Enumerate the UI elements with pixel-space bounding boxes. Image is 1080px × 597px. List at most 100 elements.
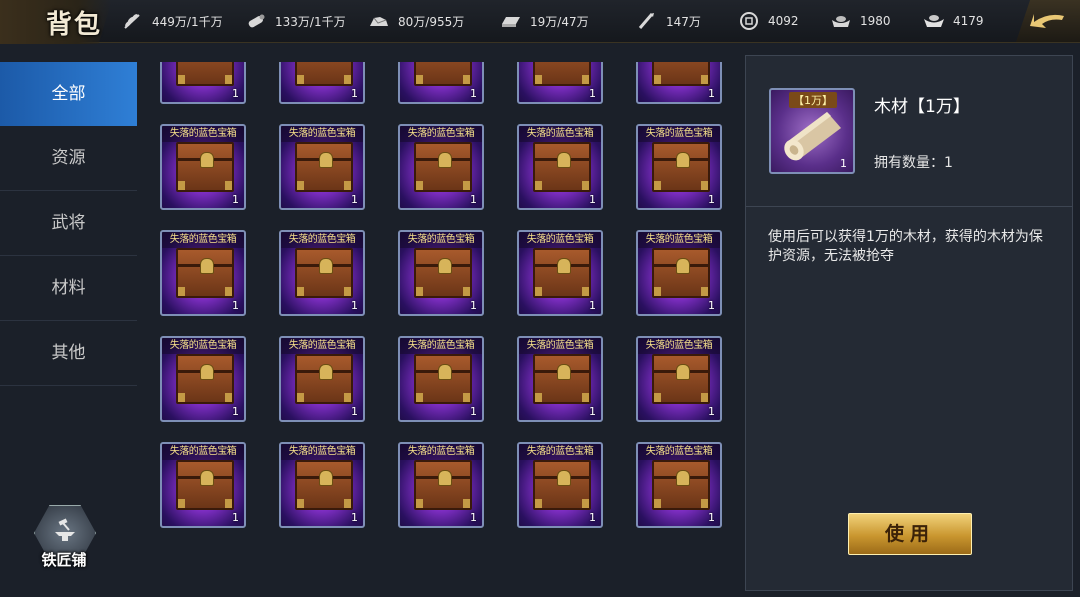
- item-slot-count: 1: [589, 87, 596, 100]
- order-token-icon: [636, 12, 658, 30]
- item-slot[interactable]: 失落的蓝色宝箱 1: [517, 230, 603, 316]
- blacksmith-button[interactable]: 铁匠铺: [26, 505, 102, 575]
- item-slot[interactable]: 失落的蓝色宝箱 1: [636, 230, 722, 316]
- treasure-chest-icon: [652, 354, 710, 404]
- item-slot[interactable]: 失落的蓝色宝箱 1: [279, 336, 365, 422]
- item-slot[interactable]: 失落的蓝色宝箱 1: [636, 442, 722, 528]
- coin-icon: [738, 12, 760, 30]
- use-button[interactable]: 使用: [848, 513, 972, 555]
- resource-food: 449万/1千万: [122, 10, 223, 32]
- item-slot[interactable]: 失落的蓝色宝箱 1: [517, 442, 603, 528]
- item-slot[interactable]: 1: [517, 62, 603, 104]
- item-slot-name: 失落的蓝色宝箱: [519, 232, 601, 248]
- back-button[interactable]: [1016, 0, 1080, 42]
- item-slot-count: 1: [351, 405, 358, 418]
- item-slot-name: 失落的蓝色宝箱: [162, 126, 244, 142]
- tab-all[interactable]: 全部: [0, 62, 137, 126]
- item-slot-count: 1: [470, 87, 477, 100]
- treasure-chest-icon: [533, 248, 591, 298]
- item-slot-name: 失落的蓝色宝箱: [400, 338, 482, 354]
- resource-silver: 4179: [923, 10, 984, 32]
- item-slot[interactable]: 失落的蓝色宝箱 1: [398, 336, 484, 422]
- resource-gold-value: 1980: [860, 14, 891, 28]
- item-slot-name: 失落的蓝色宝箱: [162, 338, 244, 354]
- tab-materials[interactable]: 材料: [0, 256, 137, 321]
- item-slot[interactable]: 1: [160, 62, 246, 104]
- item-slot-name: 失落的蓝色宝箱: [519, 126, 601, 142]
- anvil-hammer-icon: [55, 518, 75, 541]
- treasure-chest-icon: [295, 354, 353, 404]
- back-arrow-icon: [1030, 14, 1064, 28]
- item-slot-count: 1: [589, 193, 596, 206]
- item-slot[interactable]: 失落的蓝色宝箱 1: [398, 230, 484, 316]
- silver-ingot-icon: [923, 12, 945, 30]
- item-grid-panel[interactable]: 1 1 1 1 1 失落的蓝色宝箱 1 失落的蓝色宝箱 1 失落的蓝色宝箱 1 失落的蓝色宝箱 1 失落的…: [142, 62, 742, 582]
- item-slot[interactable]: 失落的蓝色宝箱 1: [279, 230, 365, 316]
- item-slot-name: 失落的蓝色宝箱: [519, 444, 601, 460]
- treasure-chest-icon: [295, 248, 353, 298]
- item-detail-panel: 【1万】 1 木材【1万】 拥有数量：1 使用后可以获得1万的木材，获得的木材为…: [745, 55, 1073, 591]
- item-slot-count: 1: [708, 299, 715, 312]
- wheat-icon: [122, 12, 144, 30]
- owned-quantity: 拥有数量：1: [874, 155, 953, 171]
- item-slot-name: 失落的蓝色宝箱: [638, 232, 720, 248]
- detail-header: 【1万】 1 木材【1万】 拥有数量：1: [746, 56, 1072, 207]
- treasure-chest-icon: [533, 62, 591, 86]
- resource-coin: 4092: [738, 10, 799, 32]
- wood-log-icon: [245, 12, 267, 30]
- selected-item-icon: 【1万】 1: [769, 88, 855, 174]
- item-slot-name: 失落的蓝色宝箱: [638, 444, 720, 460]
- tab-other[interactable]: 其他: [0, 321, 137, 386]
- item-slot-name: 失落的蓝色宝箱: [162, 444, 244, 460]
- treasure-chest-icon: [414, 354, 472, 404]
- item-slot[interactable]: 失落的蓝色宝箱 1: [636, 336, 722, 422]
- item-slot-count: 1: [232, 405, 239, 418]
- item-slot-count: 1: [589, 405, 596, 418]
- item-slot[interactable]: 失落的蓝色宝箱 1: [517, 336, 603, 422]
- item-slot[interactable]: 1: [398, 62, 484, 104]
- resource-order: 147万: [636, 10, 701, 32]
- treasure-chest-icon: [295, 142, 353, 192]
- item-slot[interactable]: 失落的蓝色宝箱 1: [279, 442, 365, 528]
- item-slot-name: 失落的蓝色宝箱: [400, 126, 482, 142]
- item-name: 木材【1万】: [874, 97, 970, 117]
- item-slot-name: 失落的蓝色宝箱: [281, 338, 363, 354]
- iron-ingot-icon: [500, 12, 522, 30]
- item-slot-count: 1: [232, 299, 239, 312]
- resource-wood: 133万/1千万: [245, 10, 346, 32]
- treasure-chest-icon: [652, 142, 710, 192]
- treasure-chest-icon: [652, 62, 710, 86]
- item-slot[interactable]: 失落的蓝色宝箱 1: [160, 230, 246, 316]
- item-slot-name: 失落的蓝色宝箱: [281, 126, 363, 142]
- resource-coin-value: 4092: [768, 14, 799, 28]
- item-slot-count: 1: [470, 405, 477, 418]
- item-slot-name: 失落的蓝色宝箱: [638, 126, 720, 142]
- item-slot-count: 1: [589, 511, 596, 524]
- item-slot[interactable]: 失落的蓝色宝箱 1: [636, 124, 722, 210]
- treasure-chest-icon: [414, 460, 472, 510]
- tab-resources[interactable]: 资源: [0, 126, 137, 191]
- treasure-chest-icon: [176, 62, 234, 86]
- item-slot[interactable]: 失落的蓝色宝箱 1: [279, 124, 365, 210]
- item-slot-count: 1: [708, 405, 715, 418]
- selected-item-tag: 【1万】: [789, 92, 837, 108]
- item-slot-name: 失落的蓝色宝箱: [281, 444, 363, 460]
- item-slot[interactable]: 失落的蓝色宝箱 1: [398, 442, 484, 528]
- item-slot-name: 失落的蓝色宝箱: [638, 338, 720, 354]
- treasure-chest-icon: [176, 460, 234, 510]
- item-slot[interactable]: 失落的蓝色宝箱 1: [160, 442, 246, 528]
- item-slot-count: 1: [708, 511, 715, 524]
- tab-generals[interactable]: 武将: [0, 191, 137, 256]
- resource-wood-value: 133万/1千万: [275, 14, 346, 29]
- category-sidebar: 全部 资源 武将 材料 其他: [0, 62, 137, 386]
- item-slot[interactable]: 失落的蓝色宝箱 1: [398, 124, 484, 210]
- item-slot[interactable]: 失落的蓝色宝箱 1: [517, 124, 603, 210]
- treasure-chest-icon: [176, 142, 234, 192]
- top-bar: 背包 449万/1千万 133万/1千万 80万/955万 19万/47万 14…: [0, 0, 1080, 44]
- item-slot-count: 1: [232, 511, 239, 524]
- item-slot[interactable]: 失落的蓝色宝箱 1: [160, 336, 246, 422]
- item-slot[interactable]: 1: [636, 62, 722, 104]
- item-slot[interactable]: 1: [279, 62, 365, 104]
- item-slot[interactable]: 失落的蓝色宝箱 1: [160, 124, 246, 210]
- resource-food-value: 449万/1千万: [152, 14, 223, 29]
